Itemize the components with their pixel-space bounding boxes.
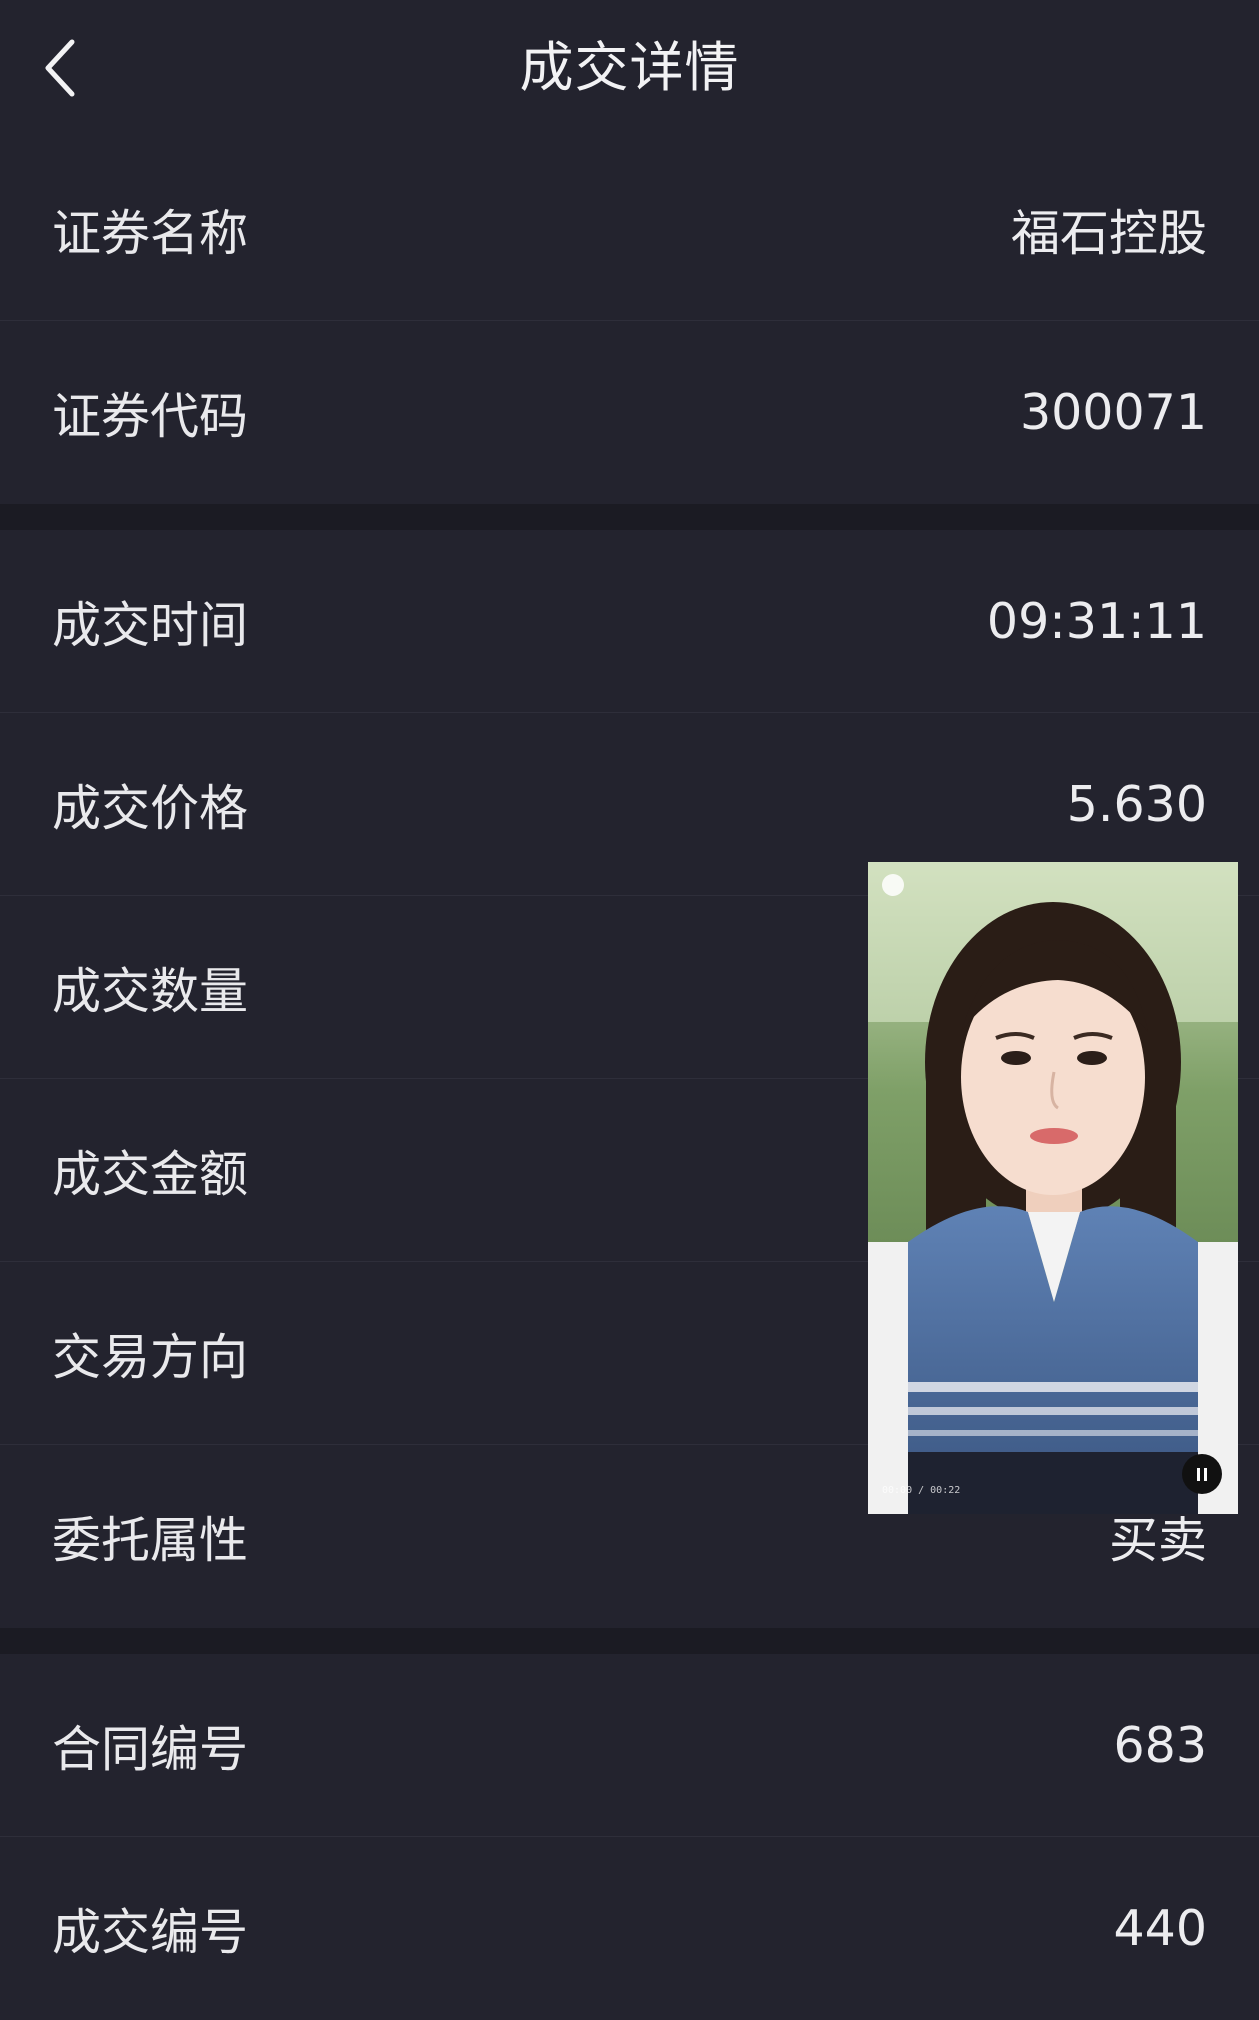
detail-row-trade-time: 成交时间 09:31:11 [0, 530, 1259, 713]
video-logo-icon [882, 874, 904, 896]
contract-info-section: 合同编号 683 成交编号 440 [0, 1654, 1259, 2020]
row-label: 成交价格 [52, 779, 249, 837]
floating-video-overlay[interactable]: 00:00 / 00:22 [868, 862, 1238, 1514]
security-info-section: 证券名称 福石控股 证券代码 300071 [0, 138, 1259, 504]
row-label: 成交时间 [52, 596, 249, 654]
row-value: 福石控股 [1010, 204, 1207, 262]
detail-row-security-code: 证券代码 300071 [0, 321, 1259, 504]
row-label: 成交数量 [52, 962, 249, 1020]
row-label: 成交编号 [52, 1904, 249, 1961]
section-divider [0, 1628, 1259, 1654]
row-label: 交易方向 [52, 1328, 249, 1386]
row-value: 300071 [1019, 384, 1207, 441]
video-timestamp: 00:00 / 00:22 [882, 1485, 961, 1496]
row-value: 09:31:11 [986, 592, 1207, 650]
row-value: 440 [1113, 1900, 1207, 1957]
pause-button[interactable] [1182, 1454, 1222, 1494]
pause-icon-bar [1204, 1467, 1207, 1481]
detail-row-security-name: 证券名称 福石控股 [0, 138, 1259, 321]
top-nav-bar: 成交详情 [0, 0, 1259, 138]
detail-row-contract-number: 合同编号 683 [0, 1654, 1259, 1837]
row-label: 委托属性 [52, 1512, 249, 1569]
section-divider [0, 504, 1259, 530]
video-frame-image [868, 862, 1238, 1514]
page-title: 成交详情 [519, 36, 740, 99]
pause-icon [1197, 1467, 1200, 1481]
row-label: 合同编号 [52, 1720, 249, 1778]
row-label: 证券代码 [52, 388, 249, 445]
row-value: 683 [1113, 1716, 1207, 1774]
detail-row-trade-number: 成交编号 440 [0, 1837, 1259, 2020]
row-label: 成交金额 [52, 1145, 249, 1203]
row-label: 证券名称 [52, 204, 249, 262]
